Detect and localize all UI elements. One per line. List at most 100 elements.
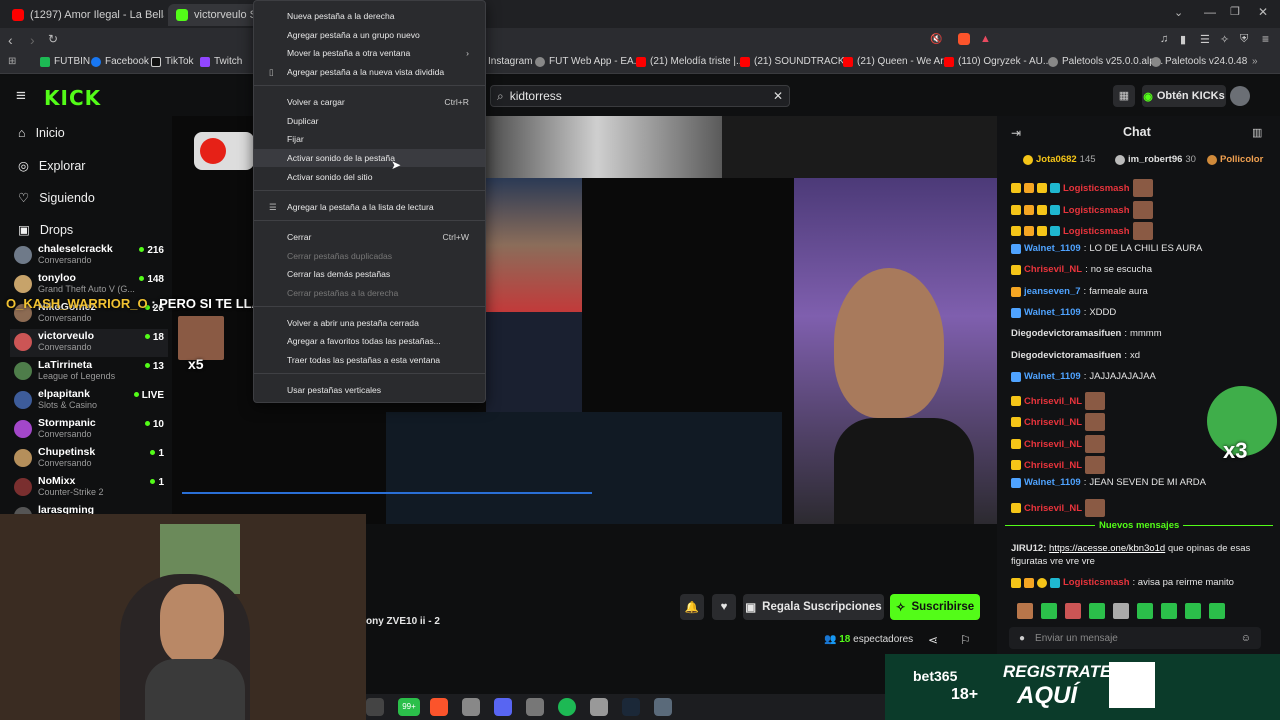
reload-icon[interactable]: ↻ bbox=[48, 32, 58, 46]
back-icon[interactable]: ‹ bbox=[8, 32, 13, 48]
follow-button[interactable]: ♥ bbox=[712, 594, 736, 620]
chat-username[interactable]: Logisticsmash bbox=[1063, 183, 1130, 194]
bookmark-melodia[interactable]: (21) Melodía triste |... bbox=[636, 56, 744, 67]
menu-item-reload[interactable]: Volver a cargar Ctrl+R bbox=[254, 93, 485, 111]
bookmark-tiktok[interactable]: TikTok bbox=[151, 56, 194, 67]
kick-logo[interactable]: KICK bbox=[44, 86, 101, 110]
chat-username[interactable]: Logisticsmash bbox=[1063, 226, 1130, 237]
share-icon[interactable]: ⋖ bbox=[928, 633, 938, 647]
app-icon[interactable] bbox=[590, 698, 608, 716]
menu-item-bring-all-tabs[interactable]: Traer todas las pestañas a esta ventana bbox=[254, 351, 485, 369]
bookmark-soundtrack[interactable]: (21) SOUNDTRACK... bbox=[740, 56, 853, 67]
chat-username[interactable]: Diegodevictoramasifuen bbox=[1011, 328, 1121, 339]
menu-item-unmute-site[interactable]: Activar sonido del sitio bbox=[254, 168, 485, 186]
chat-username[interactable]: Logisticsmash bbox=[1063, 205, 1130, 216]
notification-app-icon[interactable]: 99+ bbox=[398, 698, 420, 716]
brave-icon[interactable] bbox=[430, 698, 448, 716]
nav-explorar[interactable]: ◎ Explorar bbox=[18, 158, 85, 174]
emote-icon[interactable] bbox=[1113, 603, 1129, 619]
menu-item-bookmark-all[interactable]: Agregar a favoritos todas las pestañas..… bbox=[254, 332, 485, 350]
bookmark-paletools-25[interactable]: Paletools v25.0.0.alp... bbox=[1048, 56, 1163, 67]
channel-item[interactable]: chaleselcrackk Conversando 216 bbox=[14, 242, 164, 270]
menu-item-close-others[interactable]: Cerrar las demás pestañas bbox=[254, 265, 485, 283]
menu-item-new-tab-right[interactable]: Nueva pestaña a la derecha bbox=[254, 7, 485, 25]
channel-item[interactable]: tonyloo Grand Theft Auto V (G... 148 bbox=[14, 271, 164, 299]
more-options-icon[interactable]: ⚐ bbox=[960, 633, 971, 647]
bookmark-queen[interactable]: (21) Queen - We Ar... bbox=[843, 56, 951, 67]
menu-item-close[interactable]: Cerrar Ctrl+W bbox=[254, 228, 485, 246]
menu-item-close-duplicates[interactable]: Cerrar pestañas duplicadas bbox=[254, 247, 485, 265]
chat-username[interactable]: Walnet_1109 bbox=[1024, 307, 1081, 318]
bookmark-paletools-24[interactable]: Paletools v24.0.48 bbox=[1151, 56, 1247, 67]
emote-icon[interactable] bbox=[1041, 603, 1057, 619]
menu-item-reopen-closed[interactable]: Volver a abrir una pestaña cerrada bbox=[254, 314, 485, 332]
bookmark-fut-web-app[interactable]: FUT Web App - EA... bbox=[535, 56, 642, 67]
chat-settings-icon[interactable]: ● bbox=[1019, 633, 1025, 644]
emote-icon[interactable] bbox=[1185, 603, 1201, 619]
chat-link[interactable]: https://acesse.one/kbn3o1d bbox=[1049, 543, 1165, 554]
bookmark-ogryzek[interactable]: (110) Ogryzek - AU... bbox=[944, 56, 1051, 67]
menu-item-move-to-window[interactable]: Mover la pestaña a otra ventana › bbox=[254, 44, 485, 62]
clear-search-icon[interactable]: ✕ bbox=[773, 89, 783, 103]
menu-item-pin[interactable]: Fijar bbox=[254, 130, 485, 148]
menu-item-reading-list[interactable]: ☰ Agregar la pestaña a la lista de lectur… bbox=[254, 198, 485, 216]
app-icon[interactable] bbox=[366, 698, 384, 716]
bookmark-instagram[interactable]: Instagram bbox=[488, 56, 532, 67]
channel-item[interactable]: Stormpanic Conversando 10 bbox=[14, 416, 164, 444]
menu-item-duplicate[interactable]: Duplicar bbox=[254, 112, 485, 130]
close-window-icon[interactable]: ✕ bbox=[1258, 5, 1268, 19]
menu-item-vertical-tabs[interactable]: Usar pestañas verticales bbox=[254, 381, 485, 399]
chat-input[interactable]: ● Enviar un mensaje ☺ bbox=[1009, 627, 1261, 649]
chat-users-icon[interactable]: ▥ bbox=[1252, 126, 1262, 139]
channel-item[interactable]: elpapitank Slots & Casino LIVE bbox=[14, 387, 164, 415]
chat-username[interactable]: Walnet_1109 bbox=[1024, 243, 1081, 254]
chat-username[interactable]: Chrisevil_NL bbox=[1024, 417, 1082, 428]
calculator-icon[interactable] bbox=[654, 698, 672, 716]
get-kicks-button[interactable]: ◉ Obtén KICKs bbox=[1142, 85, 1226, 107]
vpn-icon[interactable]: ⛨ bbox=[1240, 33, 1248, 46]
discord-icon[interactable] bbox=[494, 698, 512, 716]
sidebar-toggle-icon[interactable]: ▮ bbox=[1180, 33, 1186, 46]
browser-tab-youtube[interactable]: (1297) Amor Ilegal - La Bella Luz (Vid bbox=[4, 4, 164, 26]
chat-username[interactable]: Walnet_1109 bbox=[1024, 371, 1081, 382]
chat-username[interactable]: Walnet_1109 bbox=[1024, 477, 1081, 488]
emote-icon[interactable] bbox=[1161, 603, 1177, 619]
emoji-icon[interactable]: ☺ bbox=[1241, 633, 1251, 644]
subscribe-button[interactable]: ✧ Suscribirse bbox=[890, 594, 980, 620]
forward-icon[interactable]: › bbox=[30, 32, 35, 48]
menu-item-unmute-tab[interactable]: Activar sonido de la pestaña bbox=[254, 149, 485, 167]
minimize-icon[interactable]: — bbox=[1204, 5, 1216, 19]
brave-rewards-icon[interactable]: ▲ bbox=[980, 33, 991, 45]
avatar[interactable] bbox=[1230, 86, 1250, 106]
tab-search-icon[interactable]: ⌄ bbox=[1174, 6, 1183, 19]
channel-item[interactable]: NoMixx Counter-Strike 21 bbox=[14, 474, 164, 502]
more-bookmarks-icon[interactable]: » bbox=[1252, 56, 1258, 67]
emote-icon[interactable] bbox=[1065, 603, 1081, 619]
hamburger-icon[interactable]: ≡ bbox=[16, 86, 26, 106]
layout-icon[interactable]: ▦ bbox=[1113, 85, 1135, 107]
leo-ai-icon[interactable]: ✧ bbox=[1220, 33, 1229, 46]
menu-item-split-view[interactable]: ▯ Agregar pestaña a la nueva vista dividi… bbox=[254, 63, 485, 81]
bookmark-futbin[interactable]: FUTBIN bbox=[40, 56, 90, 67]
app-icon[interactable] bbox=[462, 698, 480, 716]
collapse-chat-icon[interactable]: ⇥ bbox=[1011, 126, 1021, 140]
emote-icon[interactable] bbox=[1089, 603, 1105, 619]
chat-username[interactable]: jeanseven_7 bbox=[1024, 286, 1081, 297]
chat-username[interactable]: Chrisevil_NL bbox=[1024, 264, 1082, 275]
browser-tab-kick[interactable]: victorveulo Stre bbox=[168, 4, 258, 26]
bookmark-twitch[interactable]: Twitch bbox=[200, 56, 242, 67]
spotify-icon[interactable] bbox=[558, 698, 576, 716]
music-icon[interactable]: ♫ bbox=[1160, 33, 1168, 45]
emote-icon[interactable] bbox=[1017, 603, 1033, 619]
bookmark-facebook[interactable]: Facebook bbox=[91, 56, 149, 67]
emote-icon[interactable] bbox=[1137, 603, 1153, 619]
nav-siguiendo[interactable]: ♡ Siguiendo bbox=[18, 190, 95, 206]
emote-icon[interactable] bbox=[1209, 603, 1225, 619]
gift-subs-button[interactable]: ▣ Regala Suscripciones bbox=[743, 594, 884, 620]
chat-username[interactable]: Chrisevil_NL bbox=[1024, 439, 1082, 450]
steam-icon[interactable] bbox=[622, 698, 640, 716]
bet365-ad[interactable]: bet365 18+ REGISTRATE AQUÍ bbox=[885, 654, 1280, 720]
apps-icon[interactable]: ⊞ bbox=[8, 56, 16, 67]
video-progress[interactable] bbox=[182, 492, 592, 494]
menu-icon[interactable]: ≡ bbox=[1262, 32, 1269, 46]
